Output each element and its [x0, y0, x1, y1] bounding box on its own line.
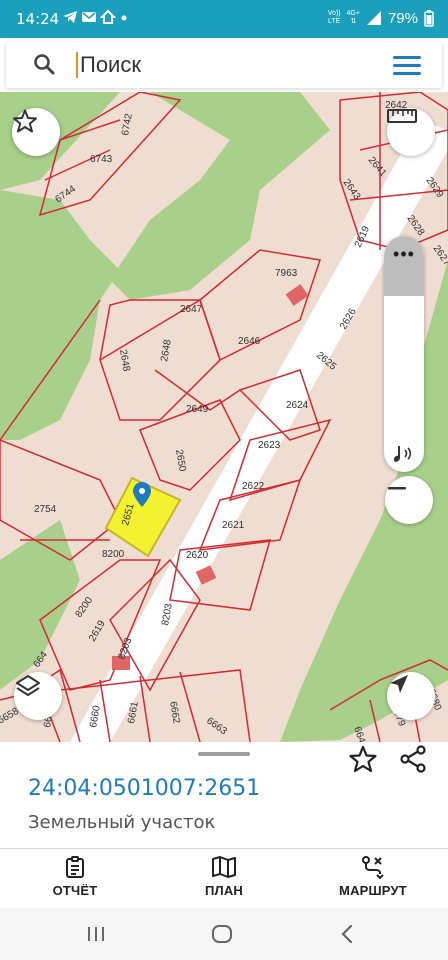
notification-icons — [62, 9, 129, 25]
zoom-out-button[interactable] — [385, 476, 433, 524]
nav-plan[interactable]: ПЛАН — [164, 855, 284, 898]
bookmark-star-icon[interactable] — [348, 744, 378, 774]
plot-label: 2648 — [117, 349, 132, 373]
signal-icon — [366, 11, 381, 25]
search-input[interactable]: Поиск — [80, 52, 141, 78]
network-label: Vo)) LTE — [327, 10, 341, 25]
recents-icon[interactable] — [84, 922, 108, 946]
plot-label: 664 — [351, 725, 367, 742]
plot-label: 6663 — [204, 715, 229, 737]
mail-icon — [82, 12, 96, 22]
map-canvas[interactable]: 6742 6743 6744 2642 2641 2643 2629 2628 … — [0, 92, 448, 742]
ruler-icon — [387, 109, 417, 123]
plot-label: 2627 — [431, 243, 448, 268]
nav-route[interactable]: МАРШРУТ — [313, 855, 433, 898]
network-type: 4G+ ⇅ — [346, 10, 360, 25]
layers-button[interactable] — [14, 672, 62, 720]
bottom-nav: ОТЧЁТ ПЛАН МАРШРУТ — [0, 848, 448, 908]
battery-icon — [424, 10, 434, 27]
ruler-button[interactable] — [387, 108, 435, 156]
nav-plan-label: ПЛАН — [204, 883, 244, 898]
object-type: Земельный участок — [28, 812, 216, 833]
plot-label: 8200 — [73, 595, 95, 620]
system-nav-bar — [0, 908, 448, 960]
plot-label: 2628 — [405, 213, 427, 238]
plot-label: 8200 — [102, 549, 125, 560]
plot-label: 2646 — [238, 336, 261, 347]
star-icon — [13, 109, 37, 133]
battery-level: 79% — [387, 9, 418, 27]
cadastral-number: 24:04:0501007:2651 — [28, 776, 261, 801]
plot-label: 6743 — [90, 154, 113, 165]
share-icon[interactable] — [398, 744, 428, 774]
plot-label: 2621 — [222, 520, 245, 531]
more-icon[interactable]: ••• — [384, 244, 424, 265]
search-bar[interactable]: Поиск — [6, 42, 442, 88]
telegram-icon — [63, 11, 77, 23]
layers-icon — [16, 675, 40, 696]
back-icon[interactable] — [336, 922, 360, 946]
plot-label: 2648 — [159, 338, 174, 362]
plot-label: 2622 — [242, 481, 265, 492]
plot-label: 6662 — [167, 701, 182, 725]
plot-label: 2641 — [366, 155, 389, 179]
navigation-arrow-icon — [390, 675, 408, 693]
plot-label: 6744 — [53, 183, 78, 205]
nav-report-label: ОТЧЁТ — [52, 883, 98, 898]
status-bar: 14:24 Vo)) LTE 4G+ ⇅ 79% — [0, 0, 448, 38]
my-location-button[interactable] — [387, 672, 435, 720]
report-icon — [66, 856, 84, 878]
text-cursor — [76, 52, 78, 78]
buildings — [112, 284, 309, 670]
nav-route-label: МАРШРУТ — [339, 883, 407, 898]
search-icon[interactable] — [32, 52, 56, 76]
favorites-button[interactable] — [12, 108, 60, 156]
plot-label: 2624 — [286, 400, 309, 411]
sheet-handle[interactable] — [198, 752, 250, 756]
minus-icon — [388, 487, 406, 490]
plot-label: 2650 — [173, 449, 188, 473]
plot-label: 2620 — [186, 550, 209, 561]
status-right: Vo)) LTE 4G+ ⇅ 79% — [328, 9, 434, 27]
map-icon — [212, 856, 236, 878]
plot-label: 6742 — [120, 112, 135, 136]
audio-icon[interactable] — [392, 442, 416, 464]
plot-label: 2623 — [258, 440, 281, 451]
plot-label: 2754 — [34, 504, 57, 515]
plot-label: 7963 — [275, 268, 298, 279]
plot-label: 2629 — [424, 175, 446, 200]
home-button-icon[interactable] — [210, 922, 234, 946]
route-icon — [362, 856, 384, 879]
dot-icon — [121, 15, 127, 21]
plot-label: 2647 — [180, 304, 203, 315]
status-time: 14:24 — [16, 10, 60, 28]
zoom-slider[interactable]: ••• — [384, 236, 424, 472]
nav-report[interactable]: ОТЧЁТ — [15, 855, 135, 898]
plot-label: 2619 — [87, 618, 108, 643]
home-icon — [100, 9, 116, 24]
cadastral-map[interactable]: 6742 6743 6744 2642 2641 2643 2629 2628 … — [0, 92, 448, 742]
plot-label: 2649 — [186, 404, 209, 415]
menu-icon[interactable] — [392, 53, 422, 77]
